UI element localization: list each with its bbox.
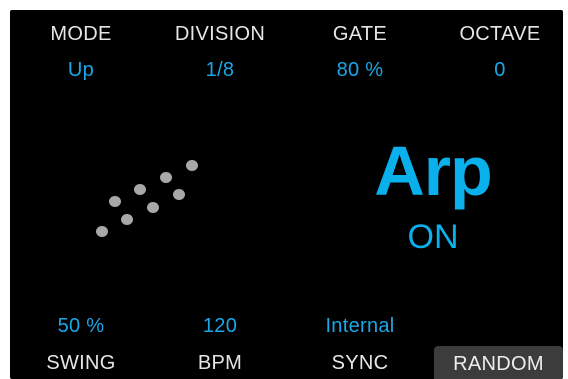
swing-label: SWING	[46, 352, 116, 374]
pattern-dot	[121, 214, 133, 225]
arp-title[interactable]: Arp	[374, 136, 493, 206]
bpm-label: BPM	[197, 352, 243, 374]
octave-label: OCTAVE	[459, 23, 541, 45]
pattern-dot	[134, 184, 146, 195]
mode-label: MODE	[50, 23, 112, 45]
arp-state[interactable]: ON	[408, 220, 459, 254]
random-button[interactable]: RANDOM	[434, 346, 563, 379]
arpeggiator-screen: MODE Up DIVISION 1/8 GATE 80 % OCTAVE 0 …	[10, 10, 563, 379]
pattern-dot	[186, 160, 198, 171]
mode-value[interactable]: Up	[26, 59, 136, 82]
sync-label: SYNC	[331, 352, 389, 374]
pattern-dot	[173, 189, 185, 200]
octave-value[interactable]: 0	[445, 59, 555, 82]
division-value[interactable]: 1/8	[165, 59, 275, 82]
pattern-dot	[96, 226, 108, 237]
pattern-dot	[109, 196, 121, 207]
division-label: DIVISION	[174, 23, 266, 45]
swing-value[interactable]: 50 %	[26, 315, 136, 338]
pattern-dot	[160, 172, 172, 183]
gate-label: GATE	[332, 23, 388, 45]
pattern-dot	[147, 202, 159, 213]
bpm-value[interactable]: 120	[165, 315, 275, 338]
sync-value[interactable]: Internal	[305, 315, 415, 338]
gate-value[interactable]: 80 %	[305, 59, 415, 82]
